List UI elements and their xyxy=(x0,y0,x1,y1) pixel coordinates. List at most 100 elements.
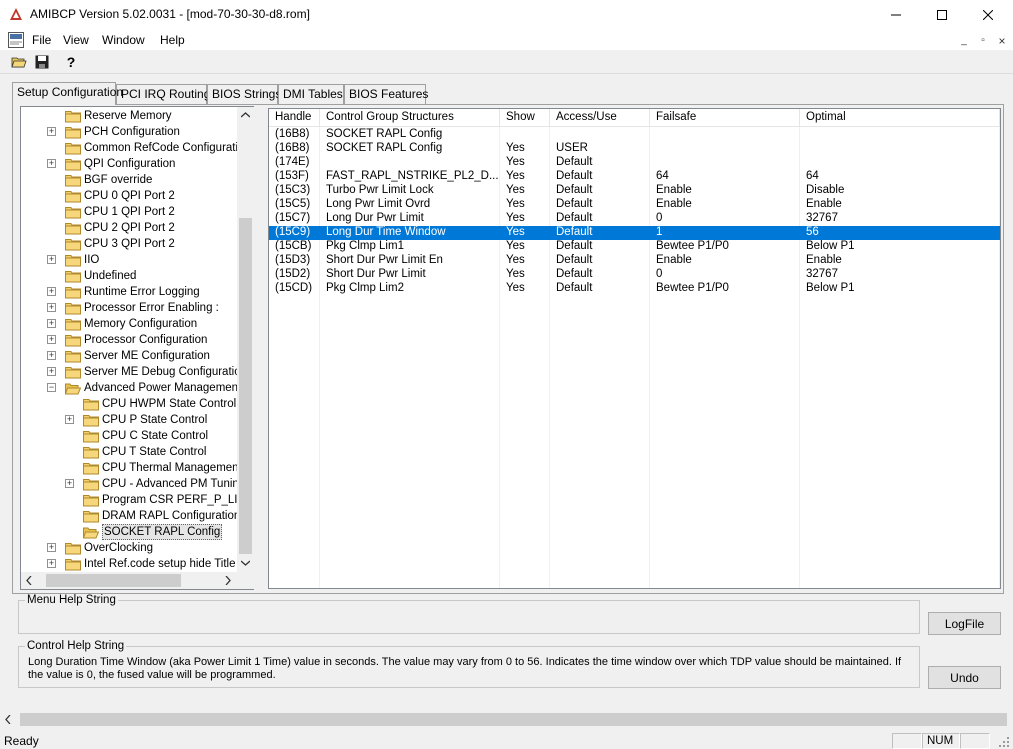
table-cell: Bewtee P1/P0 xyxy=(656,240,729,252)
table-row[interactable]: (15CB) Pkg Clmp Lim1 Yes Default Bewtee P1/P… xyxy=(269,240,1000,254)
expand-icon[interactable]: + xyxy=(47,351,56,360)
table-cell: Default xyxy=(556,240,593,252)
close-icon xyxy=(983,10,993,20)
table-row[interactable]: (15C7) Long Dur Pwr Limit Yes Default 0 32767 xyxy=(269,212,1000,226)
table-row[interactable]: (15C5) Long Pwr Limit Ovrd Yes Default Enabl… xyxy=(269,198,1000,212)
expand-icon[interactable]: + xyxy=(47,159,56,168)
menu-bar: File View Window Help _ ▫ × xyxy=(0,30,1013,50)
table-row[interactable]: (16B8) SOCKET RAPL Config Yes USER xyxy=(269,142,1000,156)
tab-bios-strings[interactable]: BIOS Strings xyxy=(207,84,281,104)
table-cell: 64 xyxy=(656,170,669,182)
table-cell: 0 xyxy=(656,268,663,280)
table-cell: (153F) xyxy=(275,170,309,182)
table-cell: Pkg Clmp Lim1 xyxy=(326,240,404,252)
table-cell: Turbo Pwr Limit Lock xyxy=(326,184,434,196)
column-header[interactable]: Failsafe xyxy=(650,109,800,127)
tree-item-label: CPU P State Control xyxy=(102,414,208,426)
expand-icon[interactable]: + xyxy=(47,335,56,344)
table-row[interactable]: (15C9) Long Dur Time Window Yes Default 1 56 xyxy=(269,226,1000,240)
scroll-right-icon[interactable] xyxy=(225,576,231,585)
tab-setup-configuration[interactable]: Setup Configuration xyxy=(12,82,123,105)
table-cell: 56 xyxy=(806,226,819,238)
tree-item-label: Processor Configuration xyxy=(84,334,208,346)
tree-item-label: Memory Configuration xyxy=(84,318,198,330)
expand-icon[interactable]: + xyxy=(47,367,56,376)
folder-icon xyxy=(83,510,99,523)
collapse-icon[interactable]: − xyxy=(47,383,56,392)
table-row[interactable]: (15CD) Pkg Clmp Lim2 Yes Default Bewtee P1/P… xyxy=(269,282,1000,296)
scroll-up-icon[interactable] xyxy=(241,112,250,118)
table-cell: Yes xyxy=(506,156,525,168)
expand-icon[interactable]: + xyxy=(47,543,56,552)
tab-dmi-tables[interactable]: DMI Tables xyxy=(278,84,344,104)
close-button[interactable] xyxy=(965,0,1011,30)
expand-icon[interactable]: + xyxy=(47,559,56,568)
table-cell: Bewtee P1/P0 xyxy=(656,282,729,294)
save-button[interactable] xyxy=(31,52,53,72)
menu-view[interactable]: View xyxy=(63,33,89,47)
setup-tree[interactable]: Reserve Memory + PCH Configuration Common R… xyxy=(20,106,254,590)
tree-horizontal-scroll-thumb[interactable] xyxy=(46,574,181,587)
table-row[interactable]: (174E) Yes Default xyxy=(269,156,1000,170)
folder-icon xyxy=(65,206,81,219)
table-cell xyxy=(800,128,1000,142)
tab-bios-features[interactable]: BIOS Features xyxy=(344,84,428,104)
expand-icon[interactable]: + xyxy=(47,127,56,136)
help-icon: ? xyxy=(66,54,76,70)
menu-help[interactable]: Help xyxy=(160,33,185,47)
column-header[interactable]: Access/Use xyxy=(550,109,650,127)
table-cell: Default xyxy=(556,170,593,182)
mdi-close-button[interactable]: × xyxy=(995,34,1009,48)
column-header[interactable]: Optimal xyxy=(800,109,1000,127)
expand-icon[interactable]: + xyxy=(47,255,56,264)
table-row[interactable]: (15D2) Short Dur Pwr Limit Yes Default 0 3276… xyxy=(269,268,1000,282)
table-cell: Short Dur Pwr Limit xyxy=(326,268,426,280)
scroll-left-icon[interactable] xyxy=(5,715,11,724)
table-cell: Default xyxy=(556,212,593,224)
table-cell: Pkg Clmp Lim2 xyxy=(326,282,404,294)
table-row[interactable]: (15C3) Turbo Pwr Limit Lock Yes Default Enab… xyxy=(269,184,1000,198)
expand-icon[interactable]: + xyxy=(47,319,56,328)
scroll-left-icon[interactable] xyxy=(26,576,32,585)
tree-item-label: Program CSR PERF_P_LIMIT_CONTROL xyxy=(102,494,253,506)
status-bar xyxy=(0,731,1013,749)
table-row[interactable]: (15D3) Short Dur Pwr Limit En Yes Default En… xyxy=(269,254,1000,268)
help-button[interactable]: ? xyxy=(60,52,82,72)
main-horizontal-scroll-thumb[interactable] xyxy=(20,713,1007,726)
expand-icon[interactable]: + xyxy=(47,287,56,296)
expand-icon[interactable]: + xyxy=(65,415,74,424)
mdi-restore-button[interactable]: ▫ xyxy=(976,34,990,47)
tab-pci-irq-routing[interactable]: PCI IRQ Routing xyxy=(116,84,210,104)
menu-file[interactable]: File xyxy=(32,33,51,47)
menu-window[interactable]: Window xyxy=(102,33,145,47)
table-cell: (16B8) xyxy=(275,142,310,154)
folder-icon xyxy=(65,190,81,203)
tree-item-label: Common RefCode Configuration xyxy=(84,142,251,154)
logfile-button[interactable]: LogFile xyxy=(928,612,1001,635)
undo-button[interactable]: Undo xyxy=(928,666,1001,689)
tree-vertical-scroll-thumb[interactable] xyxy=(239,218,252,554)
tree-item-label: Server ME Configuration xyxy=(84,350,210,362)
column-header[interactable]: Show xyxy=(500,109,550,127)
folder-icon xyxy=(83,478,99,491)
open-button[interactable] xyxy=(8,52,30,72)
mdi-minimize-button[interactable]: _ xyxy=(957,34,971,47)
column-header[interactable]: Handle xyxy=(269,109,320,127)
table-row[interactable]: (16B8) SOCKET RAPL Config xyxy=(269,128,1000,142)
scroll-down-icon[interactable] xyxy=(241,560,250,566)
minimize-button[interactable] xyxy=(873,0,919,30)
control-help-legend: Control Help String xyxy=(25,640,127,652)
table-cell: SOCKET RAPL Config xyxy=(326,142,443,154)
expand-icon[interactable]: + xyxy=(47,303,56,312)
folder-icon xyxy=(65,254,81,267)
maximize-button[interactable] xyxy=(919,0,965,30)
table-cell: Yes xyxy=(506,212,525,224)
expand-icon[interactable]: + xyxy=(65,479,74,488)
column-header[interactable]: Control Group Structures xyxy=(320,109,500,127)
folder-icon xyxy=(65,542,81,555)
tree-item-label: SOCKET RAPL Config xyxy=(102,524,223,540)
table-cell: 0 xyxy=(656,212,663,224)
control-grid[interactable]: Handle Control Group Structures Show Access… xyxy=(268,108,1001,589)
resize-grip-icon[interactable] xyxy=(998,736,1010,748)
table-row[interactable]: (153F) FAST_RAPL_NSTRIKE_PL2_D... Yes Defau… xyxy=(269,170,1000,184)
